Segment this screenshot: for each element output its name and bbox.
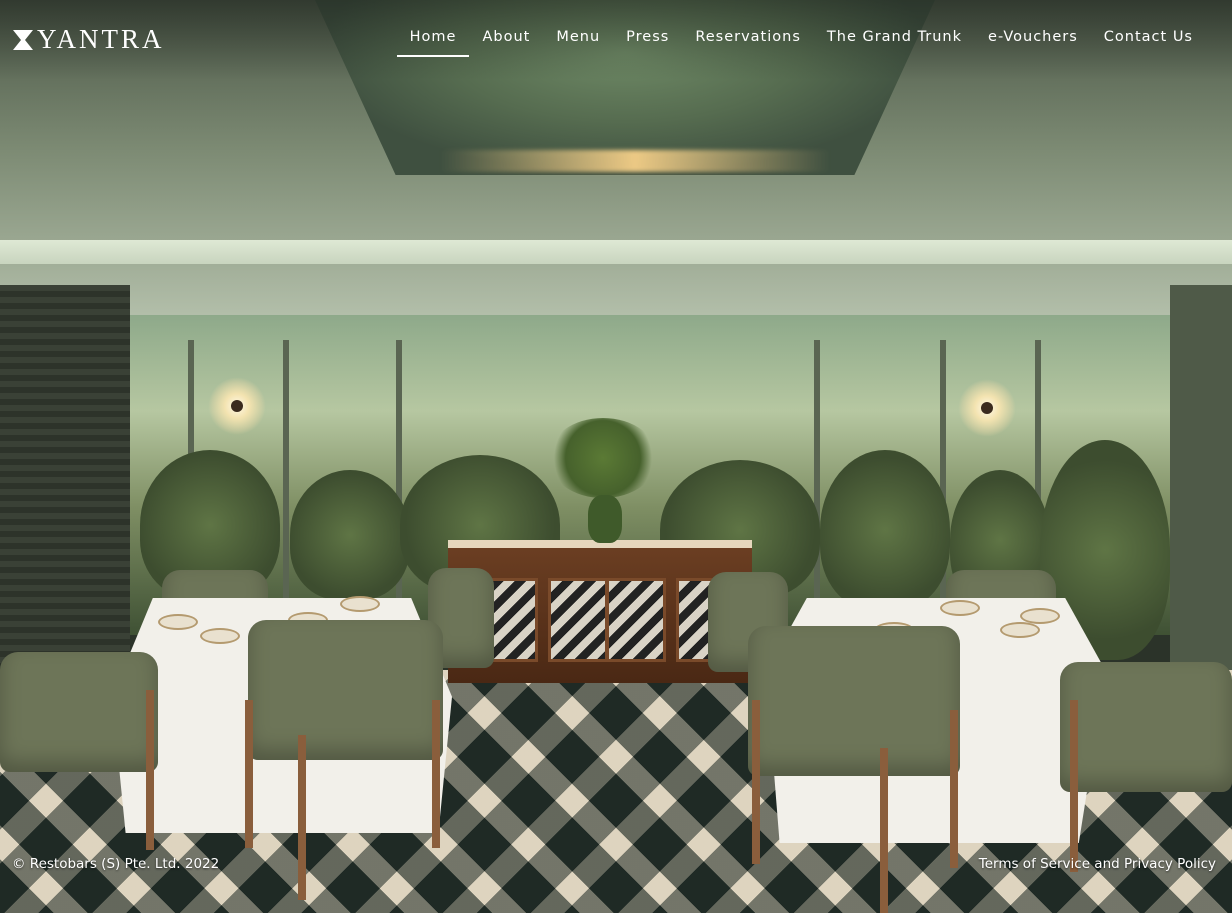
brand-name: YANTRA — [37, 24, 165, 54]
nav-menu[interactable]: Menu — [543, 25, 613, 57]
dining-chair — [0, 652, 158, 772]
yantra-logo-link[interactable]: YANTRA — [13, 24, 165, 55]
nav-the-grand-trunk[interactable]: The Grand Trunk — [814, 25, 975, 57]
pillar — [1170, 285, 1232, 685]
chair-leg — [432, 700, 440, 848]
dining-chair — [1060, 662, 1232, 792]
hero-background-photo — [0, 0, 1232, 913]
nav-press[interactable]: Press — [613, 25, 682, 57]
wall-sconce — [208, 377, 266, 435]
dining-chair — [748, 626, 960, 776]
chair-leg — [1070, 700, 1078, 872]
main-nav: Home About Menu Press Reservations The G… — [396, 25, 1206, 57]
nav-e-vouchers[interactable]: e-Vouchers — [975, 25, 1091, 57]
dining-chair — [248, 620, 443, 760]
wall-sconce — [958, 379, 1016, 437]
window-shutter — [0, 285, 130, 685]
mural-foliage — [820, 450, 950, 610]
place-setting — [940, 600, 980, 616]
site-header: YANTRA Home About Menu Press Reservation… — [0, 0, 1232, 80]
nav-reservations[interactable]: Reservations — [682, 25, 814, 57]
chair-leg — [146, 690, 154, 850]
wall-frame — [396, 340, 402, 630]
place-setting — [340, 596, 380, 612]
place-setting — [200, 628, 240, 644]
chair-leg — [880, 748, 888, 913]
chair-leg — [298, 735, 306, 900]
wall-frame — [283, 340, 289, 630]
place-setting — [1000, 622, 1040, 638]
wall-frame — [814, 340, 820, 630]
copyright-text: © Restobars (S) Pte. Ltd. 2022 — [12, 856, 220, 872]
chair-leg — [752, 700, 760, 864]
nav-contact-us[interactable]: Contact Us — [1091, 25, 1206, 57]
chair-leg — [950, 710, 958, 868]
green-vase — [588, 495, 622, 543]
chair-leg — [245, 700, 253, 848]
place-setting — [158, 614, 198, 630]
place-setting — [1020, 608, 1060, 624]
terms-privacy-link[interactable]: Terms of Service and Privacy Policy — [979, 856, 1216, 872]
flower-arrangement — [548, 418, 658, 498]
mural-foliage — [290, 470, 410, 600]
ceiling-cove-light — [440, 150, 830, 172]
sideboard-door — [548, 578, 608, 662]
sideboard-door — [606, 578, 666, 662]
nav-home[interactable]: Home — [396, 25, 470, 57]
nav-about[interactable]: About — [469, 25, 543, 57]
hourglass-icon — [13, 29, 33, 50]
